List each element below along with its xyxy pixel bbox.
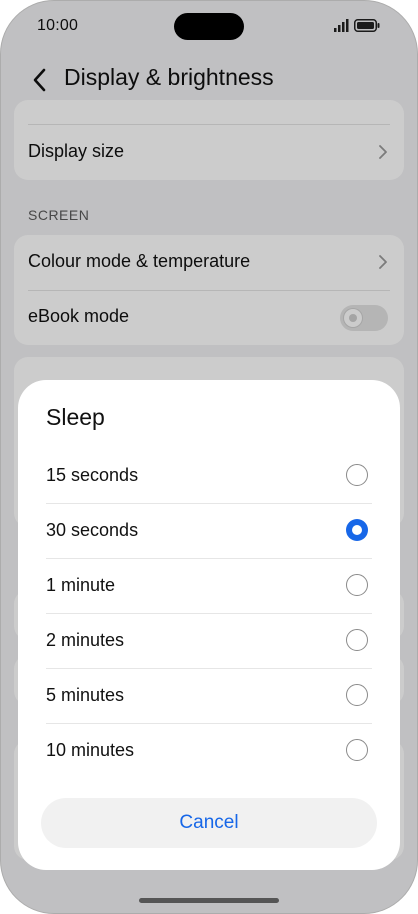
radio-button-selected[interactable] [346, 519, 368, 541]
display-size-row[interactable]: Display size [14, 125, 404, 179]
option-label: 30 seconds [46, 520, 139, 540]
radio-button[interactable] [346, 464, 368, 486]
cancel-button[interactable]: Cancel [41, 798, 377, 848]
toggle-knob [344, 309, 362, 327]
colour-mode-row[interactable]: Colour mode & temperature [14, 235, 404, 289]
dialog-title: Sleep [46, 404, 105, 430]
chevron-right-icon [379, 255, 387, 269]
ebook-mode-label: eBook mode [28, 306, 130, 326]
page-title: Display & brightness [64, 64, 274, 90]
dynamic-island [174, 13, 244, 40]
app-header: Display & brightness [0, 54, 418, 106]
home-indicator[interactable] [139, 898, 279, 903]
option-15-seconds[interactable]: 15 seconds [18, 448, 400, 503]
ebook-mode-toggle[interactable] [340, 305, 388, 331]
display-size-label: Display size [28, 141, 125, 161]
option-label: 15 seconds [46, 465, 139, 485]
radio-button[interactable] [346, 684, 368, 706]
colour-mode-label: Colour mode & temperature [28, 251, 251, 271]
radio-button[interactable] [346, 629, 368, 651]
phone-screen: 10:00 Display & brightness Display size [0, 0, 418, 914]
option-label: 5 minutes [46, 685, 125, 705]
ebook-mode-row: eBook mode [14, 290, 404, 344]
status-time: 10:00 [37, 17, 79, 34]
status-bar: 10:00 [0, 0, 418, 54]
option-label: 1 minute [46, 575, 116, 595]
sleep-dialog: Sleep 15 seconds 30 seconds 1 minute 2 m… [18, 380, 400, 870]
option-label: 2 minutes [46, 630, 125, 650]
settings-card-display: Display size [14, 100, 404, 180]
radio-button[interactable] [346, 574, 368, 596]
signal-icon [334, 19, 349, 32]
radio-button[interactable] [346, 739, 368, 761]
option-5-minutes[interactable]: 5 minutes [18, 668, 400, 723]
battery-icon [354, 19, 380, 32]
option-30-seconds[interactable]: 30 seconds [18, 503, 400, 558]
back-arrow-icon[interactable] [30, 66, 50, 94]
section-header-screen: SCREEN [28, 207, 90, 223]
option-label: 10 minutes [46, 740, 135, 760]
option-1-minute[interactable]: 1 minute [18, 558, 400, 613]
chevron-right-icon [379, 145, 387, 159]
option-10-minutes[interactable]: 10 minutes [18, 723, 400, 778]
settings-card-screen: Colour mode & temperature eBook mode [14, 235, 404, 345]
option-2-minutes[interactable]: 2 minutes [18, 613, 400, 668]
